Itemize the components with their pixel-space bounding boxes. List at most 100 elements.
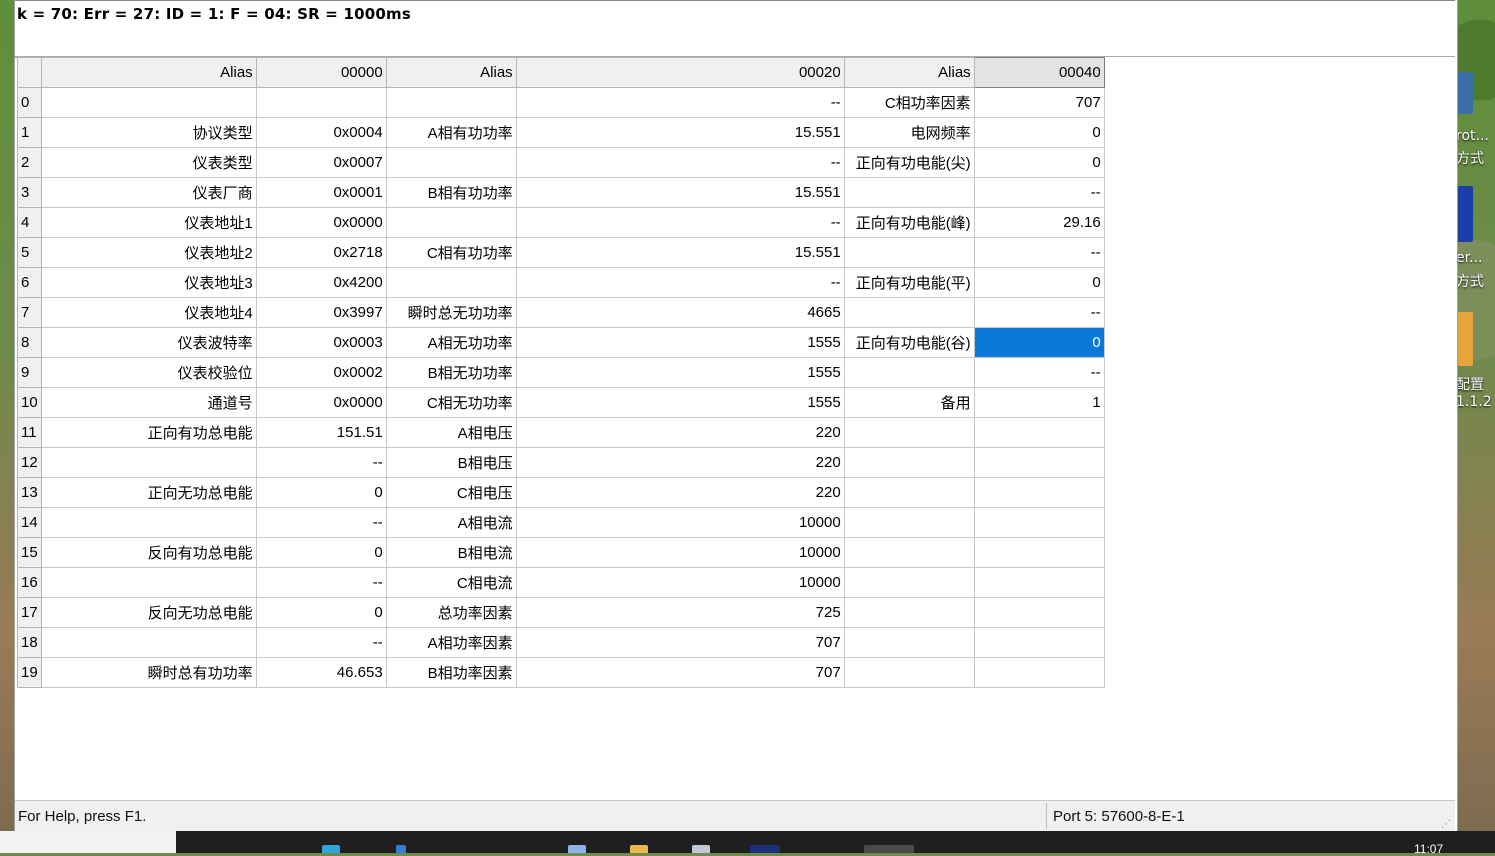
- cell-alias-col3[interactable]: 正向有功电能(谷): [843, 327, 975, 358]
- cell-value-00000[interactable]: 0x0007: [255, 147, 387, 178]
- cell-value-00040[interactable]: --: [973, 177, 1105, 208]
- cell-value-00020[interactable]: 725: [515, 597, 845, 628]
- desktop-icon-app2[interactable]: [1457, 186, 1473, 242]
- cell-alias-col1[interactable]: 仪表地址1: [40, 207, 257, 238]
- taskbar-folder-icon[interactable]: [630, 845, 648, 853]
- cell-alias-col3[interactable]: 正向有功电能(峰): [843, 207, 975, 238]
- cell-value-00040[interactable]: [973, 567, 1105, 598]
- cell-alias-col1[interactable]: [40, 447, 257, 478]
- cell-value-00020[interactable]: --: [515, 87, 845, 118]
- cell-alias-col1[interactable]: 反向有功总电能: [40, 537, 257, 568]
- row-number[interactable]: 13: [17, 477, 42, 508]
- cell-value-00040[interactable]: 29.16: [973, 207, 1105, 238]
- cell-alias-col3[interactable]: [843, 297, 975, 328]
- corner-cell[interactable]: [17, 57, 42, 88]
- cell-value-00000[interactable]: 0: [255, 477, 387, 508]
- cell-alias-col2[interactable]: B相有功功率: [385, 177, 517, 208]
- cell-value-00020[interactable]: --: [515, 267, 845, 298]
- cell-value-00020[interactable]: --: [515, 207, 845, 238]
- cell-value-00020[interactable]: 220: [515, 447, 845, 478]
- cell-alias-col2[interactable]: A相有功功率: [385, 117, 517, 148]
- taskbar-search-area[interactable]: [0, 831, 176, 853]
- cell-alias-col2[interactable]: B相功率因素: [385, 657, 517, 688]
- cell-alias-col2[interactable]: C相有功功率: [385, 237, 517, 268]
- row-number[interactable]: 3: [17, 177, 42, 208]
- cell-alias-col3[interactable]: C相功率因素: [843, 87, 975, 118]
- row-number[interactable]: 11: [17, 417, 42, 448]
- cell-value-00040[interactable]: [973, 447, 1105, 478]
- cell-alias-col2[interactable]: B相无功功率: [385, 357, 517, 388]
- row-number[interactable]: 6: [17, 267, 42, 298]
- cell-value-00000[interactable]: 0x0000: [255, 207, 387, 238]
- cell-value-00000[interactable]: 0x0000: [255, 387, 387, 418]
- column-header-alias-1[interactable]: Alias: [40, 57, 257, 88]
- cell-value-00020[interactable]: 15.551: [515, 117, 845, 148]
- cell-value-00000[interactable]: [255, 87, 387, 118]
- register-table[interactable]: Alias 00000 Alias 00020 Alias 00040 0 -- C…: [17, 57, 1105, 688]
- cell-value-00000[interactable]: 0x0004: [255, 117, 387, 148]
- cell-alias-col2[interactable]: B相电压: [385, 447, 517, 478]
- cell-value-00040[interactable]: 0: [973, 147, 1105, 178]
- cell-alias-col3[interactable]: [843, 597, 975, 628]
- desktop-icon-app3[interactable]: [1457, 312, 1473, 366]
- cell-value-00020[interactable]: 707: [515, 627, 845, 658]
- cell-alias-col3[interactable]: [843, 507, 975, 538]
- cell-alias-col3[interactable]: 电网频率: [843, 117, 975, 148]
- cell-alias-col1[interactable]: 正向无功总电能: [40, 477, 257, 508]
- cell-value-00020[interactable]: 10000: [515, 537, 845, 568]
- column-header-alias-3[interactable]: Alias: [843, 57, 975, 88]
- row-number[interactable]: 1: [17, 117, 42, 148]
- cell-value-00000[interactable]: 0x0001: [255, 177, 387, 208]
- cell-alias-col2[interactable]: A相电流: [385, 507, 517, 538]
- cell-value-00000[interactable]: 0x0002: [255, 357, 387, 388]
- cell-alias-col2[interactable]: B相电流: [385, 537, 517, 568]
- row-number[interactable]: 17: [17, 597, 42, 628]
- cell-alias-col1[interactable]: 通道号: [40, 387, 257, 418]
- desktop-icon-app1[interactable]: [1457, 72, 1473, 114]
- cell-value-00000[interactable]: 0x0003: [255, 327, 387, 358]
- cell-alias-col1[interactable]: 仪表类型: [40, 147, 257, 178]
- cell-value-00020[interactable]: 15.551: [515, 237, 845, 268]
- taskbar-clock[interactable]: 11:07: [1414, 842, 1443, 856]
- cell-alias-col2[interactable]: A相电压: [385, 417, 517, 448]
- row-number[interactable]: 12: [17, 447, 42, 478]
- cell-alias-col2[interactable]: 瞬时总无功功率: [385, 297, 517, 328]
- cell-value-00040[interactable]: [973, 627, 1105, 658]
- row-number[interactable]: 8: [17, 327, 42, 358]
- cell-value-00040[interactable]: 0: [973, 117, 1105, 148]
- cell-value-00020[interactable]: 220: [515, 477, 845, 508]
- cell-value-00040[interactable]: [973, 657, 1105, 688]
- cell-value-00020[interactable]: 10000: [515, 567, 845, 598]
- cell-value-00000[interactable]: 151.51: [255, 417, 387, 448]
- cell-alias-col2[interactable]: [385, 87, 517, 118]
- selected-cell[interactable]: 0: [973, 327, 1105, 358]
- cell-alias-col1[interactable]: 协议类型: [40, 117, 257, 148]
- cell-value-00020[interactable]: --: [515, 147, 845, 178]
- cell-value-00020[interactable]: 4665: [515, 297, 845, 328]
- cell-value-00000[interactable]: 46.653: [255, 657, 387, 688]
- column-header-00020[interactable]: 00020: [515, 57, 845, 88]
- cell-alias-col1[interactable]: 仪表厂商: [40, 177, 257, 208]
- row-number[interactable]: 16: [17, 567, 42, 598]
- row-number[interactable]: 0: [17, 87, 42, 118]
- desktop-label-2[interactable]: 方式: [1456, 148, 1484, 168]
- desktop-label-3[interactable]: er...: [1456, 250, 1482, 266]
- cell-alias-col3[interactable]: [843, 417, 975, 448]
- taskbar-app-icon-1[interactable]: [396, 845, 406, 853]
- cell-alias-col3[interactable]: [843, 627, 975, 658]
- row-number[interactable]: 15: [17, 537, 42, 568]
- cell-alias-col3[interactable]: [843, 357, 975, 388]
- cell-value-00040[interactable]: [973, 477, 1105, 508]
- taskbar-active-app-icon[interactable]: [750, 845, 780, 853]
- cell-value-00040[interactable]: 707: [973, 87, 1105, 118]
- row-number[interactable]: 4: [17, 207, 42, 238]
- cell-value-00000[interactable]: 0x2718: [255, 237, 387, 268]
- cell-value-00040[interactable]: [973, 597, 1105, 628]
- cell-value-00000[interactable]: --: [255, 447, 387, 478]
- taskbar-edge-icon[interactable]: [322, 845, 340, 853]
- cell-value-00020[interactable]: 1555: [515, 387, 845, 418]
- cell-alias-col1[interactable]: 正向有功总电能: [40, 417, 257, 448]
- cell-alias-col1[interactable]: 反向无功总电能: [40, 597, 257, 628]
- cell-alias-col1[interactable]: [40, 507, 257, 538]
- taskbar-app-icon-4[interactable]: [864, 845, 914, 853]
